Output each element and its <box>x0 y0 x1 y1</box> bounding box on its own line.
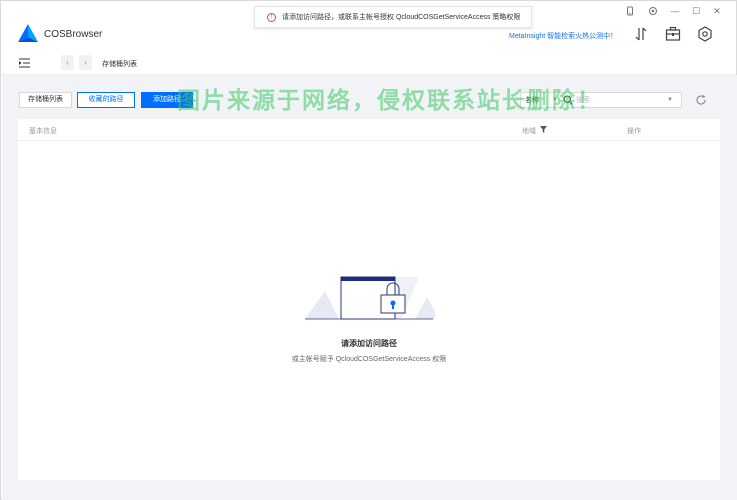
toolbox-icon[interactable] <box>665 26 681 42</box>
error-toast: ! 请添加访问路径，或联系主帐号授权 QcloudCOSGetServiceAc… <box>254 6 532 28</box>
menu-collapse-icon[interactable] <box>19 58 30 68</box>
app-name: COSBrowser <box>44 29 103 40</box>
table-header: 基本信息 地域 操作 <box>18 119 720 141</box>
app-window: COSBrowser ! 请添加访问路径，或联系主帐号授权 QcloudCOSG… <box>0 0 737 500</box>
hex-settings-icon[interactable] <box>697 26 713 42</box>
forward-button[interactable]: › <box>79 55 92 70</box>
close-button[interactable]: ✕ <box>711 6 723 17</box>
error-icon: ! <box>267 12 276 22</box>
locked-folder-illustration <box>305 276 435 320</box>
bucket-list-button[interactable]: 存储桶列表 <box>19 92 72 108</box>
transfer-icon[interactable] <box>633 26 649 42</box>
minimize-button[interactable]: — <box>669 6 681 16</box>
refresh-icon[interactable] <box>695 94 707 106</box>
column-region: 地域 <box>522 128 536 135</box>
filter-icon[interactable] <box>540 126 547 133</box>
nav-bar: ‹ › 存储桶列表 <box>1 53 736 75</box>
cos-logo-icon <box>18 24 38 42</box>
empty-description: 或主帐号赋予 QcloudCOSGetServiceAccess 权限 <box>291 356 447 363</box>
watermark-text: 图片来源于网络，侵权联系站长删除！ <box>177 88 602 114</box>
toast-message: 请添加访问路径，或联系主帐号授权 QcloudCOSGetServiceAcce… <box>282 14 521 21</box>
maximize-button[interactable]: ☐ <box>690 6 702 17</box>
column-actions: 操作 <box>627 128 641 135</box>
column-basic-info: 基本信息 <box>29 128 57 135</box>
promo-link[interactable]: MetaInsight 智能检索火热公测中！ <box>509 31 617 41</box>
breadcrumb-current: 存储桶列表 <box>102 61 137 68</box>
bucket-table: 基本信息 地域 操作 请添加访问路径 或主帐号赋予 QcloudCOSGetSe… <box>18 119 720 480</box>
phone-icon[interactable] <box>625 6 635 16</box>
empty-title: 请添加访问路径 <box>341 339 397 348</box>
back-button[interactable]: ‹ <box>61 55 74 70</box>
gear-icon[interactable] <box>648 6 658 16</box>
title-bar: COSBrowser ! 请添加访问路径，或联系主帐号授权 QcloudCOSG… <box>1 1 736 51</box>
dropdown-icon[interactable]: ▼ <box>663 97 677 103</box>
favorites-tab[interactable]: 收藏的路径 <box>77 92 135 108</box>
